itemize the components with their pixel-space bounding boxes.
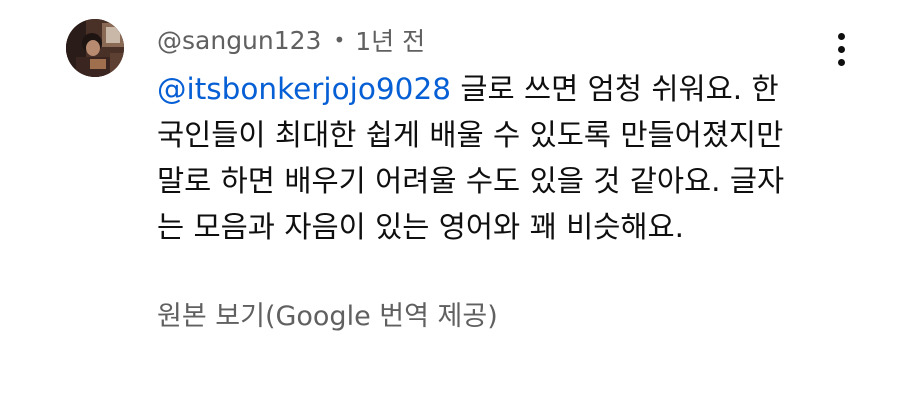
avatar-image (66, 19, 124, 77)
mention-link[interactable]: @itsbonkerjojo9028 (157, 72, 451, 106)
comment-header: @sangun123 • 1년 전 (157, 20, 425, 60)
comment-line-3: 말로 하면 배우기 어려울 수도 있을 것 같아요. 글자 (157, 164, 785, 198)
see-original-translation-link[interactable]: 원본 보기(Google 번역 제공) (157, 294, 498, 333)
meta-separator: • (333, 28, 346, 52)
comment-text: 글로 쓰면 엄청 쉬워요. 한 (450, 72, 779, 106)
avatar[interactable] (66, 19, 124, 77)
comment-thread-item: @sangun123 • 1년 전 @itsbonkerjojo9028 글로 … (0, 0, 900, 411)
comment-body: @itsbonkerjojo9028 글로 쓰면 엄청 쉬워요. 한 국인들이 … (157, 66, 857, 250)
author-name[interactable]: @sangun123 (157, 26, 321, 55)
comment-line-1: @itsbonkerjojo9028 글로 쓰면 엄청 쉬워요. 한 (157, 66, 857, 112)
comment-line-4: 는 모음과 자음이 있는 영어와 꽤 비슷해요. (157, 210, 685, 244)
more-vertical-icon (838, 33, 846, 67)
comment-menu-button[interactable] (827, 30, 857, 70)
comment-timestamp[interactable]: 1년 전 (355, 22, 425, 58)
comment-line-2: 국인들이 최대한 쉽게 배울 수 있도록 만들어졌지만 (157, 118, 784, 152)
